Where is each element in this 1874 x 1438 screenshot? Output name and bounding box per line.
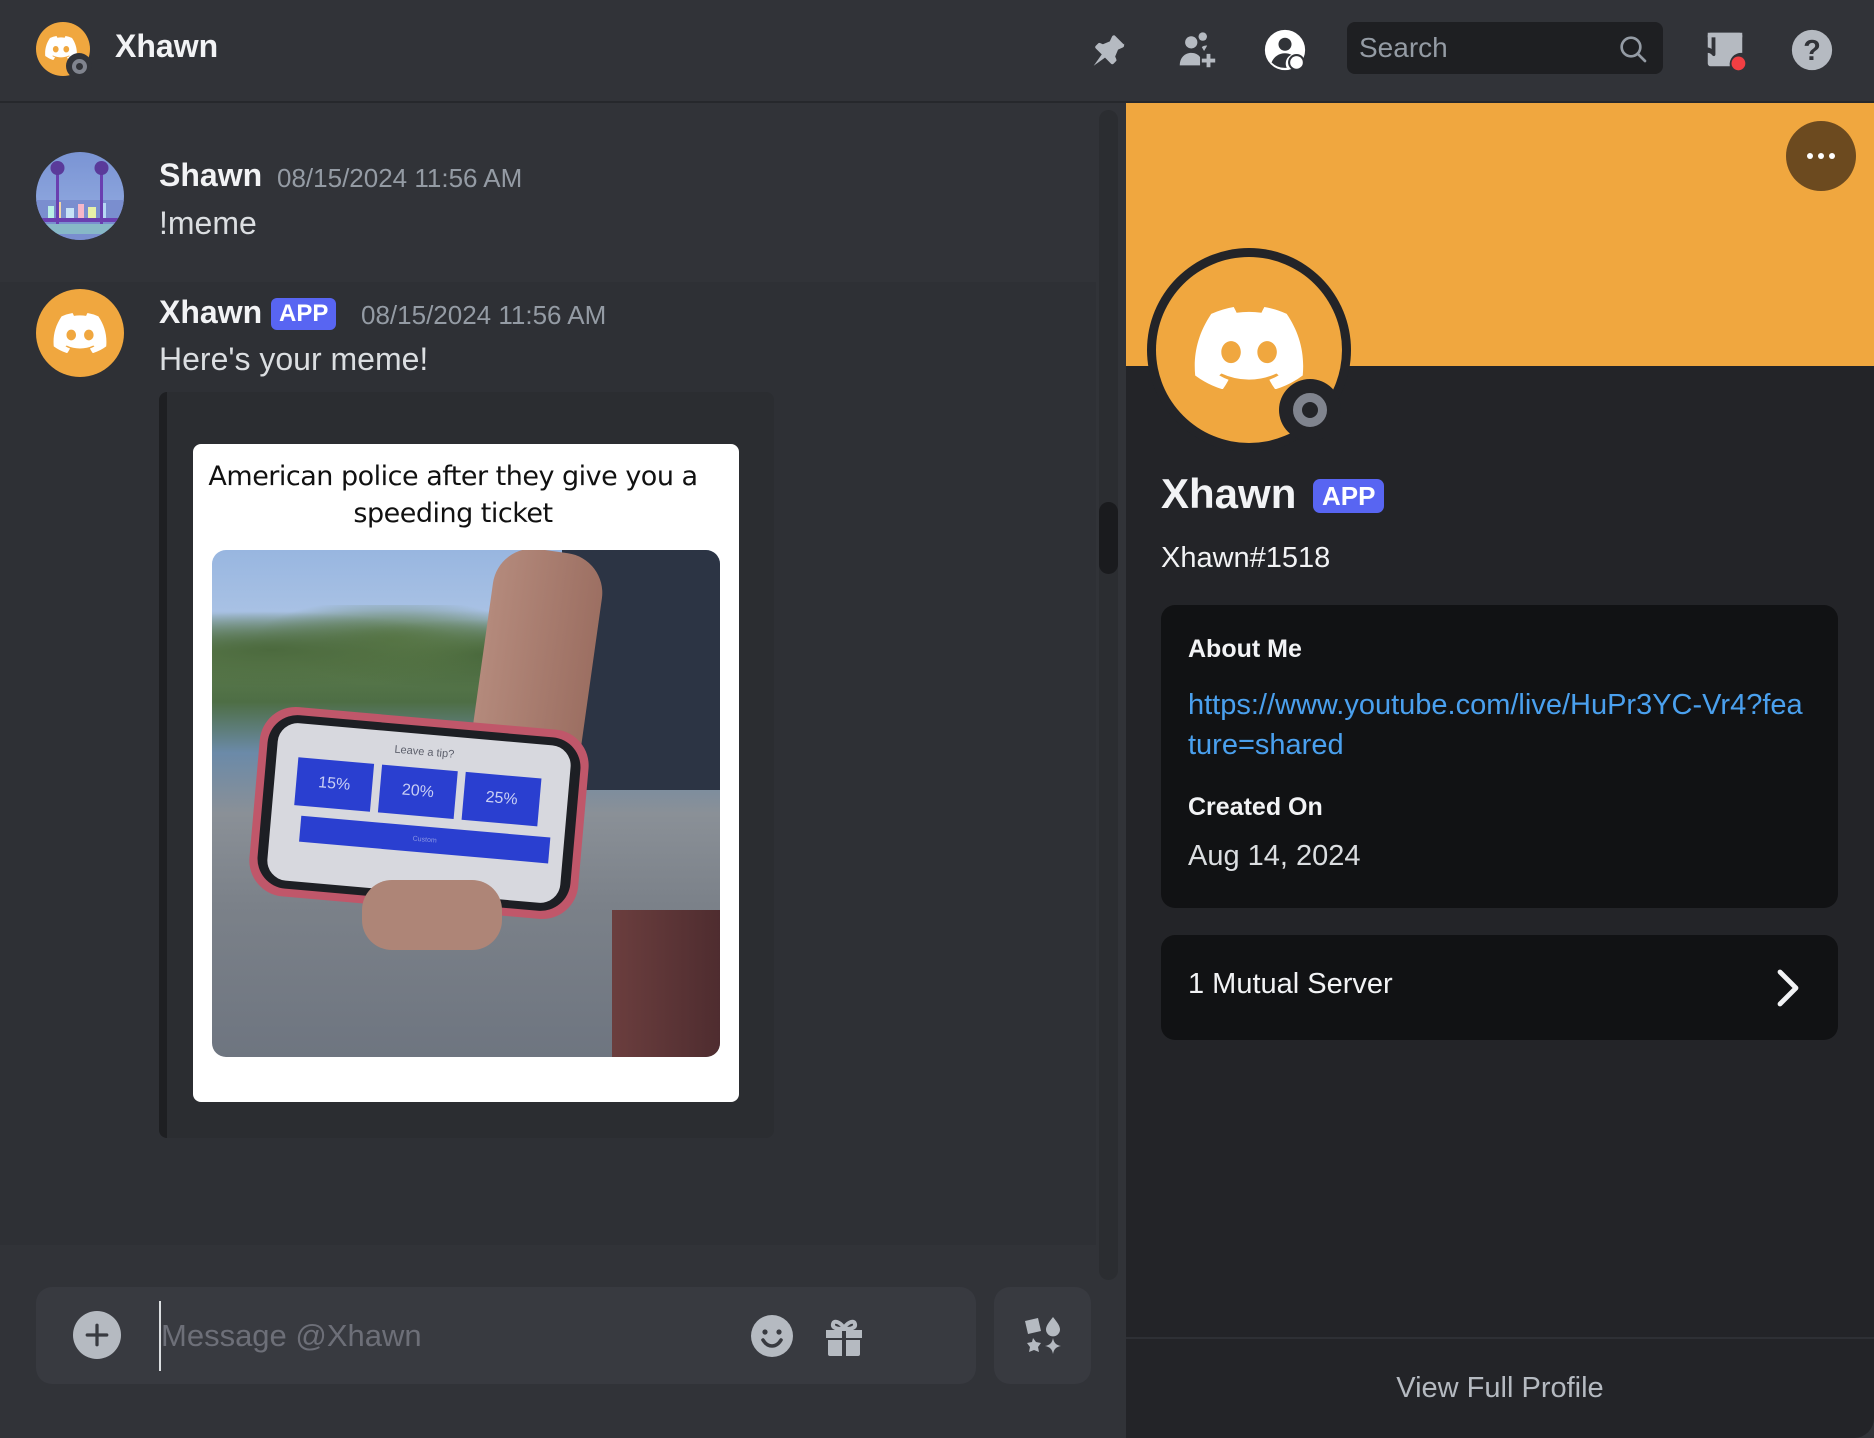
add-friends-to-dm-button[interactable]	[1171, 24, 1223, 76]
message-item[interactable]: Xhawn APP 08/15/2024 11:56 AM Here's you…	[0, 282, 1096, 1245]
search-box[interactable]	[1347, 22, 1663, 74]
message-item[interactable]: Shawn 08/15/2024 11:56 AM !meme	[0, 115, 1096, 280]
mutual-servers-label: 1 Mutual Server	[1188, 968, 1393, 1000]
profile-status-offline	[1279, 379, 1341, 441]
inbox-icon	[1707, 32, 1746, 71]
user-profile-toggle-button[interactable]	[1259, 24, 1311, 76]
mutual-servers-button[interactable]: 1 Mutual Server	[1161, 935, 1838, 1040]
user-profile-panel: Xhawn APP Xhawn#1518 About Me https://ww…	[1126, 103, 1874, 1438]
channel-title: Xhawn	[115, 28, 219, 64]
message-author[interactable]: Xhawn	[159, 294, 262, 331]
city-skyline-avatar-image	[36, 161, 124, 240]
profile-display-name: Xhawn	[1161, 470, 1297, 517]
add-friend-icon	[1179, 32, 1216, 68]
message-timestamp: 08/15/2024 11:56 AM	[277, 163, 523, 193]
chat-scrollbar-thumb[interactable]	[1099, 502, 1118, 574]
bot-avatar-xhawn[interactable]	[36, 289, 124, 377]
search-input[interactable]	[1359, 22, 1609, 74]
search-icon	[1620, 36, 1647, 63]
created-on-heading: Created On	[1188, 793, 1323, 821]
svg-text:?: ?	[1803, 35, 1821, 67]
tip-option: 20%	[377, 764, 458, 820]
message-timestamp: 08/15/2024 11:56 AM	[361, 300, 607, 330]
apps-icon	[1024, 1316, 1061, 1354]
about-me-heading: About Me	[1188, 635, 1302, 663]
discord-logo-icon	[1194, 307, 1304, 389]
apps-button[interactable]	[994, 1287, 1091, 1384]
help-icon: ?	[1791, 29, 1833, 71]
app-badge: APP	[271, 298, 337, 330]
tip-option: 25%	[461, 771, 542, 827]
profile-app-badge: APP	[1313, 479, 1385, 513]
user-avatar-shawn[interactable]	[36, 152, 124, 240]
message-author[interactable]: Shawn	[159, 157, 262, 194]
view-full-profile-button[interactable]: View Full Profile	[1126, 1339, 1874, 1438]
emoji-picker-button[interactable]	[747, 1311, 797, 1361]
message-content: !meme	[159, 205, 257, 241]
user-profile-toggle-icon	[1264, 29, 1306, 71]
discord-logo-icon	[53, 313, 107, 353]
plus-icon	[85, 1323, 109, 1347]
meme-image[interactable]: American police after they give you a sp…	[193, 444, 739, 1102]
pin-icon	[1093, 35, 1125, 66]
emoji-icon	[751, 1315, 793, 1357]
status-indicator-offline	[66, 53, 92, 79]
meme-caption: American police after they give you a sp…	[208, 461, 698, 529]
message-content: Here's your meme!	[159, 341, 429, 377]
message-list: Shawn 08/15/2024 11:56 AM !meme Xhawn AP…	[0, 105, 1126, 1438]
profile-username-tag: Xhawn#1518	[1161, 542, 1331, 574]
chat-scrollbar-track[interactable]	[1099, 110, 1118, 1280]
tip-option: 15%	[294, 757, 375, 812]
about-me-link[interactable]: https://www.youtube.com/live/HuPr3YC-Vr4…	[1188, 685, 1808, 765]
meme-photo: Leave a tip? 15% 20% 25% Custom	[212, 550, 720, 1057]
gift-nitro-button[interactable]	[819, 1311, 869, 1361]
channel-header: Xhawn ?	[0, 0, 1874, 103]
more-horizontal-icon	[1807, 153, 1835, 159]
inbox-button[interactable]	[1699, 24, 1751, 76]
pinned-messages-button[interactable]	[1084, 24, 1136, 76]
help-button[interactable]: ?	[1786, 24, 1838, 76]
more-options-button[interactable]	[1786, 121, 1856, 191]
message-input[interactable]	[159, 1301, 799, 1371]
message-embed: American police after they give you a sp…	[159, 392, 774, 1138]
upload-attachment-button[interactable]	[73, 1311, 121, 1359]
gift-icon	[826, 1319, 862, 1356]
message-composer	[36, 1287, 976, 1384]
about-me-card: About Me https://www.youtube.com/live/Hu…	[1161, 605, 1838, 908]
created-on-date: Aug 14, 2024	[1188, 840, 1361, 872]
chevron-right-icon	[1777, 969, 1799, 1007]
